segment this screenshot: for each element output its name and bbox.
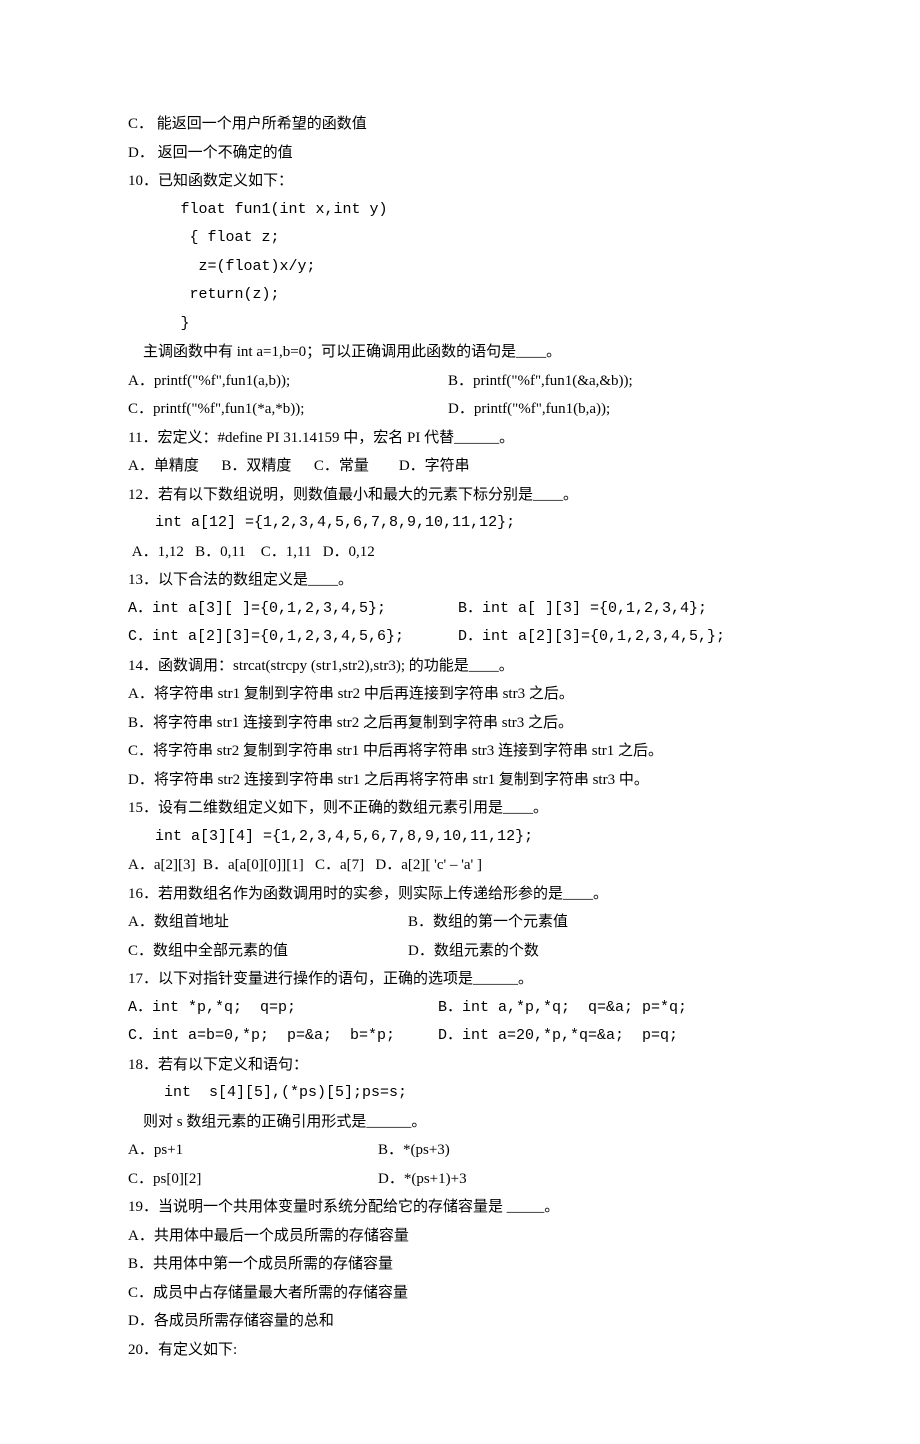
q18-options-cd: C．ps[0][2] D．*(ps+1)+3 bbox=[128, 1165, 792, 1194]
q17-stem: 17．以下对指针变量进行操作的语句，正确的选项是______。 bbox=[128, 965, 792, 994]
q10-code-line: { float z; bbox=[128, 224, 792, 253]
q19-option-d: D．各成员所需存储容量的总和 bbox=[128, 1307, 792, 1336]
option-c: C． 能返回一个用户所希望的函数值 bbox=[128, 110, 792, 139]
q14-stem: 14．函数调用：strcat(strcpy (str1,str2),str3);… bbox=[128, 652, 792, 681]
q10-options-ab: A．printf("%f",fun1(a,b)); B．printf("%f",… bbox=[128, 367, 792, 396]
q15-stem: 15．设有二维数组定义如下，则不正确的数组元素引用是____。 bbox=[128, 794, 792, 823]
q16-stem: 16．若用数组名作为函数调用时的实参，则实际上传递给形参的是____。 bbox=[128, 880, 792, 909]
q12-stem: 12．若有以下数组说明，则数值最小和最大的元素下标分别是____。 bbox=[128, 481, 792, 510]
option-d: D．*(ps+1)+3 bbox=[378, 1165, 467, 1194]
q16-options-cd: C．数组中全部元素的值 D．数组元素的个数 bbox=[128, 937, 792, 966]
option-c: C．ps[0][2] bbox=[128, 1165, 378, 1194]
q10-options-cd: C．printf("%f",fun1(*a,*b)); D．printf("%f… bbox=[128, 395, 792, 424]
q10-code-line: z=(float)x/y; bbox=[128, 253, 792, 282]
q13-stem: 13．以下合法的数组定义是____。 bbox=[128, 566, 792, 595]
option-b: B．int a[ ][3] ={0,1,2,3,4}; bbox=[458, 595, 707, 624]
q19-stem: 19．当说明一个共用体变量时系统分配给它的存储容量是 _____。 bbox=[128, 1193, 792, 1222]
option-b: B．*(ps+3) bbox=[378, 1136, 450, 1165]
q17-options-cd: C．int a=b=0,*p; p=&a; b=*p; D．int a=20,*… bbox=[128, 1022, 792, 1051]
q13-options-cd: C．int a[2][3]={0,1,2,3,4,5,6}; D．int a[2… bbox=[128, 623, 792, 652]
q10-code-line: return(z); bbox=[128, 281, 792, 310]
q10-prompt: 主调函数中有 int a=1,b=0；可以正确调用此函数的语句是____。 bbox=[128, 338, 792, 367]
q14-option-d: D．将字符串 str2 连接到字符串 str1 之后再将字符串 str1 复制到… bbox=[128, 766, 792, 795]
q18-options-ab: A．ps+1 B．*(ps+3) bbox=[128, 1136, 792, 1165]
q12-code: int a[12] ={1,2,3,4,5,6,7,8,9,10,11,12}; bbox=[128, 509, 792, 538]
q14-option-c: C．将字符串 str2 复制到字符串 str1 中后再将字符串 str3 连接到… bbox=[128, 737, 792, 766]
option-d: D．int a[2][3]={0,1,2,3,4,5,}; bbox=[458, 623, 725, 652]
q20-stem: 20．有定义如下: bbox=[128, 1336, 792, 1365]
option-c: C．int a[2][3]={0,1,2,3,4,5,6}; bbox=[128, 623, 458, 652]
q17-options-ab: A．int *p,*q; q=p; B．int a,*p,*q; q=&a; p… bbox=[128, 994, 792, 1023]
q16-options-ab: A．数组首地址 B．数组的第一个元素值 bbox=[128, 908, 792, 937]
option-d: D． 返回一个不确定的值 bbox=[128, 139, 792, 168]
q15-code: int a[3][4] ={1,2,3,4,5,6,7,8,9,10,11,12… bbox=[128, 823, 792, 852]
option-d: D．int a=20,*p,*q=&a; p=q; bbox=[438, 1022, 678, 1051]
q18-stem: 18．若有以下定义和语句： bbox=[128, 1051, 792, 1080]
q18-prompt: 则对 s 数组元素的正确引用形式是______。 bbox=[128, 1108, 792, 1137]
q19-option-c: C．成员中占存储量最大者所需的存储容量 bbox=[128, 1279, 792, 1308]
option-a: A．ps+1 bbox=[128, 1136, 378, 1165]
option-a: A．int a[3][ ]={0,1,2,3,4,5}; bbox=[128, 595, 458, 624]
q10-code-line: float fun1(int x,int y) bbox=[128, 196, 792, 225]
q13-options-ab: A．int a[3][ ]={0,1,2,3,4,5}; B．int a[ ][… bbox=[128, 595, 792, 624]
option-b: B．数组的第一个元素值 bbox=[408, 908, 568, 937]
q19-option-b: B．共用体中第一个成员所需的存储容量 bbox=[128, 1250, 792, 1279]
q18-code: int s[4][5],(*ps)[5];ps=s; bbox=[128, 1079, 792, 1108]
option-a: A．数组首地址 bbox=[128, 908, 408, 937]
option-d: D．printf("%f",fun1(b,a)); bbox=[448, 395, 610, 424]
option-a: A．int *p,*q; q=p; bbox=[128, 994, 438, 1023]
q10-stem: 10．已知函数定义如下： bbox=[128, 167, 792, 196]
option-b: B．int a,*p,*q; q=&a; p=*q; bbox=[438, 994, 687, 1023]
option-d: D．数组元素的个数 bbox=[408, 937, 539, 966]
option-b: B．printf("%f",fun1(&a,&b)); bbox=[448, 367, 633, 396]
q10-code-line: } bbox=[128, 310, 792, 339]
q14-option-b: B．将字符串 str1 连接到字符串 str2 之后再复制到字符串 str3 之… bbox=[128, 709, 792, 738]
option-a: A．printf("%f",fun1(a,b)); bbox=[128, 367, 448, 396]
q11-options: A．单精度 B．双精度 C．常量 D．字符串 bbox=[128, 452, 792, 481]
option-c: C．数组中全部元素的值 bbox=[128, 937, 408, 966]
q19-option-a: A．共用体中最后一个成员所需的存储容量 bbox=[128, 1222, 792, 1251]
option-c: C．int a=b=0,*p; p=&a; b=*p; bbox=[128, 1022, 438, 1051]
q12-options: A．1,12 B．0,11 C．1,11 D．0,12 bbox=[128, 538, 792, 567]
q14-option-a: A．将字符串 str1 复制到字符串 str2 中后再连接到字符串 str3 之… bbox=[128, 680, 792, 709]
q15-options: A．a[2][3] B．a[a[0][0]][1] C．a[7] D．a[2][… bbox=[128, 851, 792, 880]
option-c: C．printf("%f",fun1(*a,*b)); bbox=[128, 395, 448, 424]
q11-stem: 11．宏定义：#define PI 31.14159 中，宏名 PI 代替___… bbox=[128, 424, 792, 453]
